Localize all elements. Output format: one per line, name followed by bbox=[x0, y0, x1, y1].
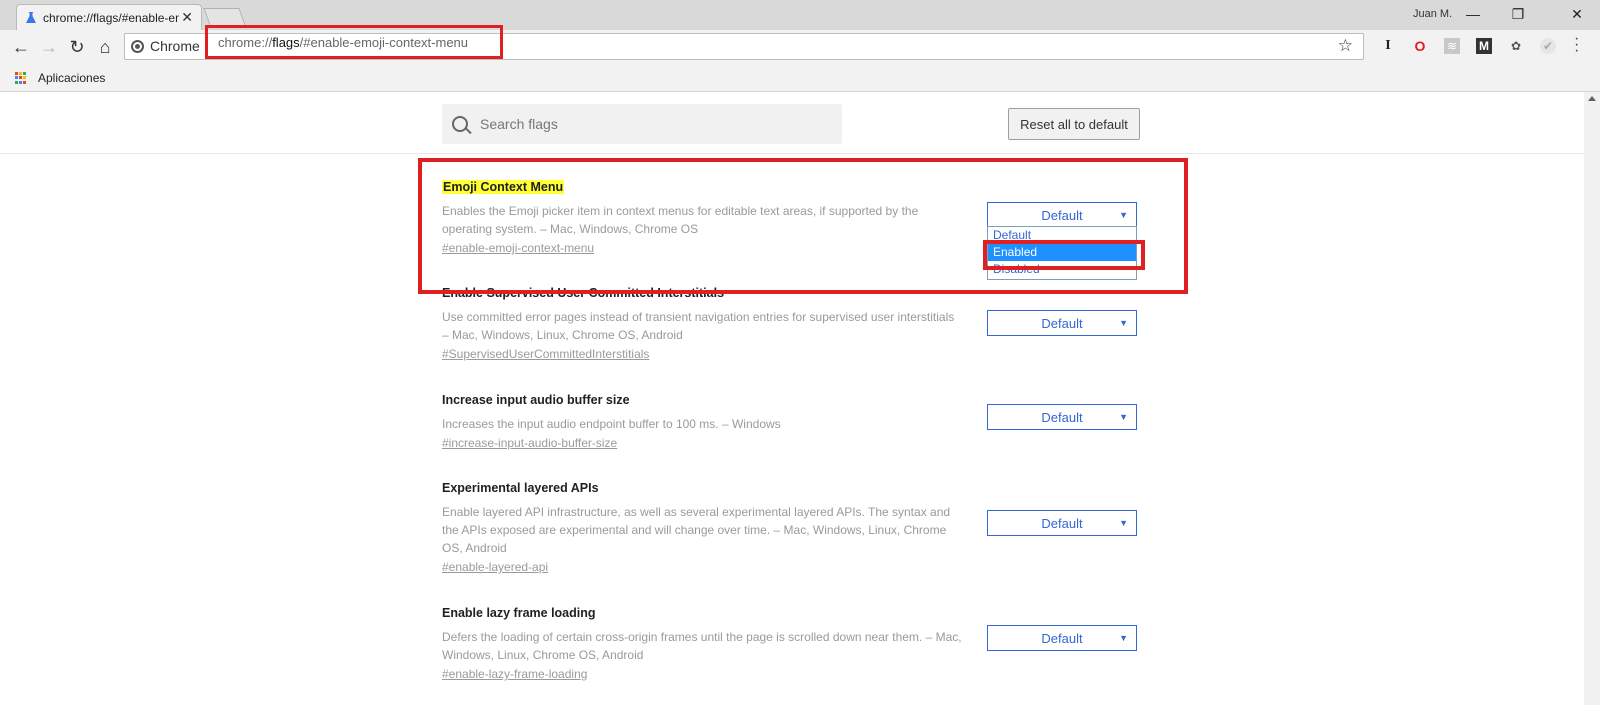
option-disabled[interactable]: Disabled bbox=[988, 261, 1136, 278]
page-scrollbar[interactable] bbox=[1584, 92, 1600, 705]
site-info-chip[interactable]: Chrome bbox=[131, 38, 200, 54]
dropdown-arrow-icon: ▼ bbox=[1119, 318, 1128, 328]
url-prefix: chrome:// bbox=[218, 34, 273, 50]
bookmarks-bar: Aplicaciones bbox=[0, 64, 1600, 92]
select-value: Default bbox=[1041, 315, 1083, 331]
experiment-permalink[interactable]: #enable-layered-api bbox=[442, 560, 548, 574]
experiment-description: Defers the loading of certain cross-orig… bbox=[442, 630, 962, 662]
security-label: Chrome bbox=[150, 38, 200, 54]
flask-icon bbox=[26, 11, 36, 23]
select-value: Default bbox=[1041, 409, 1083, 425]
flags-header: Reset all to default bbox=[0, 92, 1584, 154]
dropdown-arrow-icon: ▼ bbox=[1119, 210, 1128, 220]
chrome-icon bbox=[131, 39, 144, 53]
forward-button[interactable]: → bbox=[38, 36, 60, 58]
scroll-up-arrow-icon[interactable] bbox=[1588, 96, 1596, 101]
browser-tab[interactable]: chrome://flags/#enable-emoji-context-men… bbox=[16, 4, 202, 30]
experiment-description: Use committed error pages instead of tra… bbox=[442, 310, 955, 342]
bookmark-star-icon[interactable]: ☆ bbox=[1338, 36, 1353, 56]
search-box[interactable] bbox=[442, 104, 842, 144]
url-text-highlight[interactable]: chrome://flags/#enable-emoji-context-men… bbox=[205, 25, 503, 59]
experiment-select[interactable]: Default ▼ bbox=[987, 510, 1137, 536]
address-bar[interactable]: Chrome chrome://flags/#enable-emoji-cont… bbox=[124, 25, 1364, 60]
experiment-permalink[interactable]: #enable-lazy-frame-loading bbox=[442, 667, 587, 681]
url-host: flags bbox=[272, 34, 300, 50]
home-button[interactable]: ⌂ bbox=[94, 36, 116, 58]
reset-all-button[interactable]: Reset all to default bbox=[1008, 108, 1140, 140]
experiment-title: Enable lazy frame loading bbox=[442, 606, 596, 620]
minimize-button[interactable]: — bbox=[1458, 4, 1488, 24]
select-value: Default bbox=[1041, 515, 1083, 531]
experiment-title: Emoji Context Menu bbox=[442, 180, 565, 194]
experiment-title: Enable Supervised User Committed Interst… bbox=[442, 286, 725, 300]
profile-name[interactable]: Juan M. bbox=[1413, 8, 1452, 20]
search-input[interactable] bbox=[480, 116, 820, 132]
tab-title: chrome://flags/#enable-emoji-context-men… bbox=[43, 10, 179, 25]
close-window-button[interactable]: ✕ bbox=[1562, 4, 1592, 24]
experiment-title: Increase input audio buffer size bbox=[442, 393, 630, 407]
experiment-lazy-frame: Enable lazy frame loading Defers the loa… bbox=[442, 604, 1142, 683]
experiment-select[interactable]: Default ▼ bbox=[987, 625, 1137, 651]
experiment-permalink[interactable]: #enable-emoji-context-menu bbox=[442, 241, 594, 255]
reload-button[interactable]: ↻ bbox=[66, 36, 88, 58]
extension-gear-icon[interactable]: ✿ bbox=[1508, 38, 1524, 54]
opera-icon[interactable]: O bbox=[1412, 38, 1428, 54]
restore-button[interactable]: ❐ bbox=[1503, 4, 1533, 24]
experiment-description: Enable layered API infrastructure, as we… bbox=[442, 505, 951, 555]
experiment-title: Experimental layered APIs bbox=[442, 481, 599, 495]
select-value: Default bbox=[1041, 630, 1083, 646]
select-dropdown-list: Default Enabled Disabled bbox=[987, 226, 1137, 280]
dropdown-arrow-icon: ▼ bbox=[1119, 518, 1128, 528]
bookmark-apps[interactable]: Aplicaciones bbox=[38, 71, 105, 85]
apps-grid-icon[interactable] bbox=[15, 72, 27, 84]
url-path: /#enable-emoji-context-menu bbox=[299, 34, 469, 50]
option-enabled[interactable]: Enabled bbox=[988, 244, 1136, 261]
experiment-permalink[interactable]: #SupervisedUserCommittedInterstitials bbox=[442, 347, 649, 361]
option-default[interactable]: Default bbox=[988, 227, 1136, 244]
chrome-menu-icon[interactable]: · · · bbox=[1574, 31, 1579, 59]
experiment-layered-api: Experimental layered APIs Enable layered… bbox=[442, 479, 1142, 576]
experiment-supervised-user: Enable Supervised User Committed Interst… bbox=[442, 284, 1142, 363]
search-icon bbox=[452, 116, 468, 132]
experiment-select[interactable]: Default ▼ bbox=[987, 202, 1137, 228]
extension-check-icon[interactable]: ✔ bbox=[1540, 38, 1556, 54]
dropdown-arrow-icon: ▼ bbox=[1119, 633, 1128, 643]
experiment-description: Increases the input audio endpoint buffe… bbox=[442, 417, 781, 431]
browser-toolbar: ← → ↻ ⌂ Chrome chrome://flags/#enable-em… bbox=[0, 25, 1600, 64]
experiment-description: Enables the Emoji picker item in context… bbox=[442, 204, 919, 236]
back-button[interactable]: ← bbox=[10, 36, 32, 58]
extension-m-icon[interactable]: M bbox=[1476, 38, 1492, 54]
tab-close-icon[interactable]: ✕ bbox=[181, 9, 193, 26]
extension-i-icon[interactable]: I bbox=[1380, 38, 1396, 54]
experiment-select[interactable]: Default ▼ bbox=[987, 404, 1137, 430]
experiment-permalink[interactable]: #increase-input-audio-buffer-size bbox=[442, 436, 617, 450]
experiment-audio-buffer: Increase input audio buffer size Increas… bbox=[442, 391, 1142, 452]
rss-icon[interactable]: ≋ bbox=[1444, 38, 1460, 54]
select-value: Default bbox=[1041, 207, 1083, 223]
dropdown-arrow-icon: ▼ bbox=[1119, 412, 1128, 422]
experiment-select[interactable]: Default ▼ bbox=[987, 310, 1137, 336]
